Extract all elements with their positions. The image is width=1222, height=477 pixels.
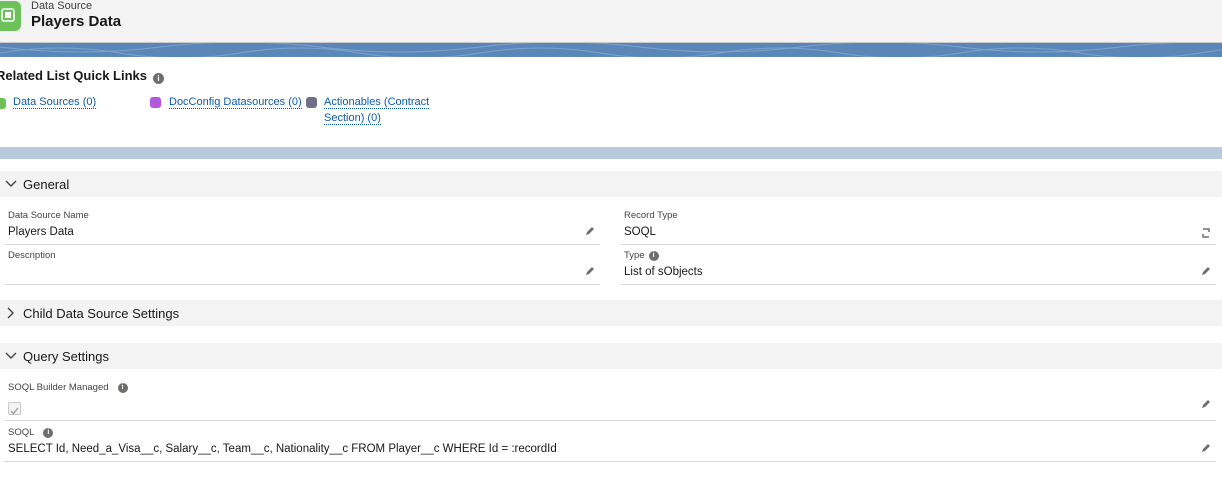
- quick-link-label: Actionables (Contract: [324, 96, 430, 109]
- field-label-text: SOQL: [8, 427, 35, 438]
- section-general-header[interactable]: General: [0, 171, 1222, 197]
- section-query-header[interactable]: Query Settings: [0, 343, 1222, 369]
- info-icon[interactable]: i: [153, 73, 164, 84]
- datasource-chip-icon: [0, 1, 21, 31]
- quick-link-actionables[interactable]: Actionables (Contract Section) (0): [324, 94, 430, 126]
- pencil-icon[interactable]: [1200, 398, 1212, 410]
- quick-link-label: Section) (0): [324, 112, 381, 125]
- field-label: SOQL Builder Managed i: [8, 382, 128, 393]
- field-label-text: SOQL Builder Managed: [8, 382, 109, 393]
- header-banner: [0, 43, 1222, 57]
- pencil-icon[interactable]: [1200, 442, 1212, 454]
- chevron-down-icon: [5, 180, 17, 187]
- field-label: Record Type: [624, 210, 678, 221]
- pencil-icon[interactable]: [584, 265, 596, 277]
- record-header: Data Source Players Data: [0, 0, 1222, 43]
- field-soql-builder-managed: SOQL Builder Managed i: [4, 382, 1216, 421]
- field-record-type: Record Type SOQL: [620, 210, 1216, 245]
- field-value: SELECT Id, Need_a_Visa__c, Salary__c, Te…: [8, 443, 557, 455]
- chevron-right-icon: [7, 307, 14, 319]
- field-type: Type i List of sObjects: [620, 250, 1216, 285]
- quick-link-label: DocConfig Datasources (0): [169, 96, 302, 109]
- pencil-icon[interactable]: [1200, 265, 1212, 277]
- page-title: Players Data: [31, 13, 122, 30]
- quick-links-title: Related List Quick Links: [0, 68, 147, 83]
- field-value: List of sObjects: [624, 266, 703, 278]
- field-label: Description: [8, 250, 56, 261]
- object-type-label: Data Source: [31, 0, 93, 12]
- field-data-source-name: Data Source Name Players Data: [4, 210, 600, 245]
- info-icon[interactable]: i: [43, 428, 54, 438]
- section-title: Query Settings: [23, 349, 109, 364]
- field-soql: SOQL i SELECT Id, Need_a_Visa__c, Salary_…: [4, 427, 1216, 462]
- checkmark-icon: [10, 407, 19, 415]
- quick-link-label: Data Sources (0): [13, 96, 97, 109]
- data-source-icon: [0, 98, 6, 109]
- chevron-down-icon: [5, 352, 17, 359]
- checkbox: [8, 402, 21, 415]
- related-list-quick-links: Related List Quick Links i Data Sources …: [0, 57, 1222, 147]
- wrench-icon: [306, 97, 317, 108]
- info-icon[interactable]: i: [648, 251, 659, 261]
- section-title: General: [23, 177, 70, 192]
- info-icon[interactable]: i: [117, 383, 128, 393]
- docconfig-icon: [150, 97, 161, 108]
- field-label: Type i: [624, 250, 659, 261]
- quick-link-docconfig-datasources[interactable]: DocConfig Datasources (0): [169, 94, 302, 110]
- quick-link-data-sources[interactable]: Data Sources (0): [13, 94, 97, 110]
- field-value: SOQL: [624, 226, 656, 238]
- field-label: SOQL i: [8, 427, 54, 438]
- pencil-icon[interactable]: [584, 225, 596, 237]
- field-value: Players Data: [8, 226, 74, 238]
- field-label: Data Source Name: [8, 210, 89, 221]
- section-child-header[interactable]: Child Data Source Settings: [0, 300, 1222, 326]
- field-description: Description: [4, 250, 600, 285]
- field-label-text: Type: [624, 250, 645, 261]
- section-title: Child Data Source Settings: [23, 306, 180, 321]
- change-record-type-icon[interactable]: [1200, 227, 1212, 239]
- divider-band: [0, 147, 1222, 159]
